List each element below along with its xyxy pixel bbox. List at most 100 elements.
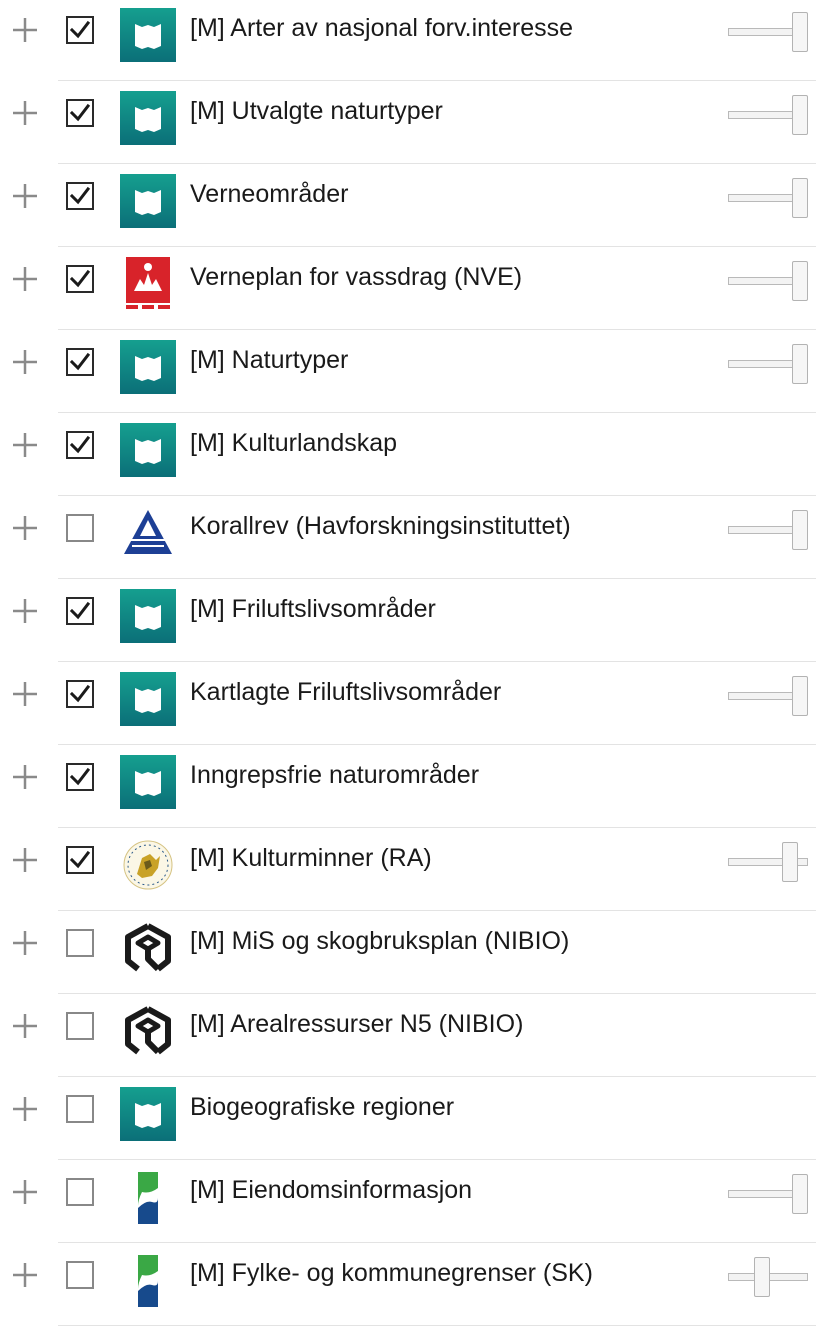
expand-plus-icon[interactable] [10, 845, 40, 875]
expand-plus-icon[interactable] [10, 679, 40, 709]
miljodirektoratet-icon [120, 423, 176, 477]
layer-row: [M] MiS og skogbruksplan (NIBIO) [0, 911, 816, 994]
layer-visibility-checkbox[interactable] [66, 431, 94, 459]
expand-plus-icon[interactable] [10, 513, 40, 543]
layer-visibility-checkbox[interactable] [66, 348, 94, 376]
checkmark-icon [69, 435, 91, 454]
checkmark-icon [69, 20, 91, 39]
layer-row: [M] Naturtyper [0, 330, 816, 413]
layer-visibility-checkbox[interactable] [66, 16, 94, 44]
riksantikvaren-icon [120, 838, 176, 892]
layer-label: Biogeografiske regioner [190, 1093, 455, 1121]
layer-visibility-checkbox[interactable] [66, 846, 94, 874]
checkmark-icon [69, 269, 91, 288]
layer-visibility-checkbox[interactable] [66, 182, 94, 210]
opacity-slider[interactable] [726, 1170, 812, 1216]
expand-plus-icon[interactable] [10, 1094, 40, 1124]
nibio-icon [120, 921, 176, 975]
layer-label: [M] MiS og skogbruksplan (NIBIO) [190, 927, 570, 955]
layer-row: [M] Friluftslivsområder [0, 579, 816, 662]
expand-plus-icon[interactable] [10, 181, 40, 211]
layer-visibility-checkbox[interactable] [66, 265, 94, 293]
layer-row: Verneområder [0, 164, 816, 247]
checkmark-icon [69, 601, 91, 620]
opacity-slider[interactable] [726, 257, 812, 303]
expand-plus-icon[interactable] [10, 762, 40, 792]
layer-row: [M] Arter av nasjonal forv.interesse [0, 0, 816, 81]
opacity-slider-thumb[interactable] [792, 178, 808, 218]
opacity-slider-thumb[interactable] [792, 344, 808, 384]
layer-row: Korallrev (Havforskningsinstituttet) [0, 496, 816, 579]
layer-label: [M] Friluftslivsområder [190, 595, 436, 623]
opacity-slider-thumb[interactable] [753, 1257, 770, 1297]
layer-label: [M] Arter av nasjonal forv.interesse [190, 14, 574, 42]
layer-label: [M] Arealressurser N5 (NIBIO) [190, 1010, 524, 1038]
nve-icon [120, 257, 176, 311]
expand-plus-icon[interactable] [10, 430, 40, 460]
opacity-slider[interactable] [726, 506, 812, 552]
opacity-slider[interactable] [726, 1253, 812, 1299]
expand-plus-icon[interactable] [10, 98, 40, 128]
layer-visibility-checkbox[interactable] [66, 1178, 94, 1206]
opacity-slider-thumb[interactable] [792, 261, 808, 301]
layer-visibility-checkbox[interactable] [66, 514, 94, 542]
checkmark-icon [69, 186, 91, 205]
opacity-slider[interactable] [726, 340, 812, 386]
miljodirektoratet-icon [120, 174, 176, 228]
kartverket-icon [120, 1253, 176, 1307]
layer-visibility-checkbox[interactable] [66, 1261, 94, 1289]
layer-row: [M] Arealressurser N5 (NIBIO) [0, 994, 816, 1077]
opacity-slider-thumb[interactable] [792, 510, 808, 550]
expand-plus-icon[interactable] [10, 596, 40, 626]
layer-visibility-checkbox[interactable] [66, 1012, 94, 1040]
layer-visibility-checkbox[interactable] [66, 1095, 94, 1123]
checkmark-icon [69, 767, 91, 786]
layer-label: Kartlagte Friluftslivsområder [190, 678, 502, 706]
layer-row: [M] Fylke- og kommunegrenser (SK) [0, 1243, 816, 1326]
expand-plus-icon[interactable] [10, 1260, 40, 1290]
layer-row: [M] Kulturminner (RA) [0, 828, 816, 911]
opacity-slider-thumb[interactable] [792, 676, 808, 716]
layer-visibility-checkbox[interactable] [66, 763, 94, 791]
layer-row: Biogeografiske regioner [0, 1077, 816, 1160]
opacity-slider-thumb[interactable] [782, 842, 799, 882]
layer-label: Verneplan for vassdrag (NVE) [190, 263, 523, 291]
layer-visibility-checkbox[interactable] [66, 680, 94, 708]
layer-row: [M] Eiendomsinformasjon [0, 1160, 816, 1243]
miljodirektoratet-icon [120, 1087, 176, 1141]
opacity-slider[interactable] [726, 174, 812, 220]
expand-plus-icon[interactable] [10, 928, 40, 958]
checkmark-icon [69, 352, 91, 371]
miljodirektoratet-icon [120, 340, 176, 394]
havforskningsinstituttet-icon [120, 506, 176, 560]
expand-plus-icon[interactable] [10, 1177, 40, 1207]
layer-visibility-checkbox[interactable] [66, 99, 94, 127]
checkmark-icon [69, 850, 91, 869]
expand-plus-icon[interactable] [10, 347, 40, 377]
layer-label: Inngrepsfrie naturområder [190, 761, 480, 789]
checkmark-icon [69, 103, 91, 122]
expand-plus-icon[interactable] [10, 1011, 40, 1041]
layer-row: Inngrepsfrie naturområder [0, 745, 816, 828]
expand-plus-icon[interactable] [10, 15, 40, 45]
layer-visibility-checkbox[interactable] [66, 929, 94, 957]
miljodirektoratet-icon [120, 672, 176, 726]
layer-label: [M] Naturtyper [190, 346, 349, 374]
layer-row: Verneplan for vassdrag (NVE) [0, 247, 816, 330]
opacity-slider[interactable] [726, 91, 812, 137]
expand-plus-icon[interactable] [10, 264, 40, 294]
opacity-slider-thumb[interactable] [792, 95, 808, 135]
layer-visibility-checkbox[interactable] [66, 597, 94, 625]
layer-row: [M] Utvalgte naturtyper [0, 81, 816, 164]
layer-label: Korallrev (Havforskningsinstituttet) [190, 512, 571, 540]
opacity-slider-thumb[interactable] [792, 1174, 808, 1214]
layer-row: Kartlagte Friluftslivsområder [0, 662, 816, 745]
miljodirektoratet-icon [120, 755, 176, 809]
opacity-slider[interactable] [726, 8, 812, 54]
miljodirektoratet-icon [120, 589, 176, 643]
opacity-slider-thumb[interactable] [792, 12, 808, 52]
layer-label: [M] Fylke- og kommunegrenser (SK) [190, 1259, 593, 1287]
opacity-slider[interactable] [726, 838, 812, 884]
opacity-slider[interactable] [726, 672, 812, 718]
layer-label: [M] Utvalgte naturtyper [190, 97, 443, 125]
